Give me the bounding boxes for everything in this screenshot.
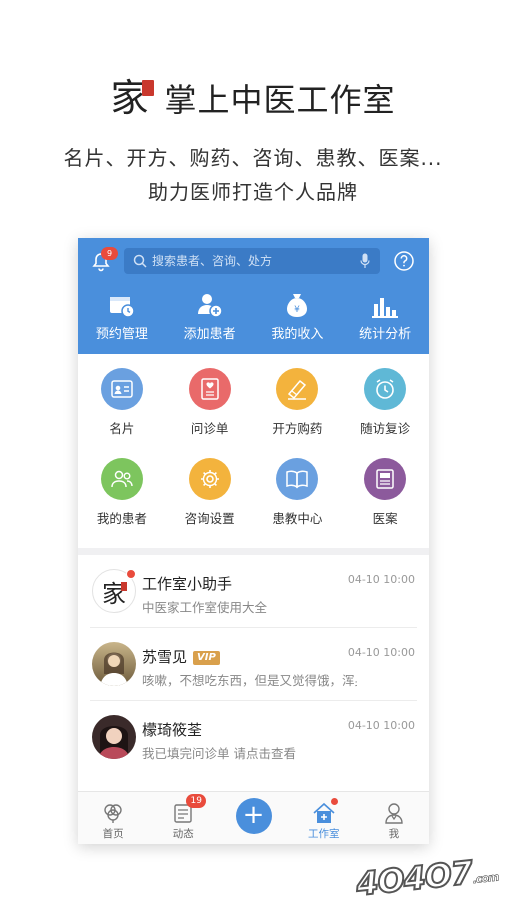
message-preview: 我已填完问诊单 请点击查看 <box>142 746 296 761</box>
app-title: 掌上中医工作室 <box>164 81 396 119</box>
watermark-suffix: .com <box>472 870 500 887</box>
tab-feed[interactable]: 19 动态 <box>148 792 218 844</box>
feature-label: 患教中心 <box>272 511 323 526</box>
tab-studio[interactable]: 工作室 <box>289 792 359 844</box>
feature-follow-up[interactable]: 随访复诊 <box>341 368 429 453</box>
header-panel: 9 搜索患者、咨询、处方 预约管理 添加患者 ¥ 我的收入 统计分析 <box>78 238 429 354</box>
money-bag-icon: ¥ <box>287 294 308 317</box>
feature-label: 问诊单 <box>190 421 229 436</box>
feature-grid: 名片 问诊单 开方购药 随访复诊 我的患者 咨询设置 患教中心 医案 <box>78 354 429 555</box>
search-icon <box>133 254 147 268</box>
tab-label: 我 <box>388 828 400 840</box>
message-sender: 工作室小助手 <box>142 575 233 593</box>
quick-action-label: 统计分析 <box>359 327 412 342</box>
message-row[interactable]: 家 工作室小助手 中医家工作室使用大全 04-10 10:00 <box>90 555 417 628</box>
tagline-line2: 助力医师打造个人品牌 <box>148 180 358 204</box>
quick-action-label: 预约管理 <box>95 327 148 342</box>
svg-text:¥: ¥ <box>295 305 301 315</box>
home-tab-icon <box>104 804 122 823</box>
top-bar: 9 搜索患者、咨询、处方 <box>78 247 429 276</box>
tab-label: 动态 <box>172 828 194 840</box>
app-screen: 9 搜索患者、咨询、处方 预约管理 添加患者 ¥ 我的收入 统计分析 名片 问诊… <box>78 238 429 844</box>
feature-label: 随访复诊 <box>360 421 411 436</box>
brand-logo: 家 <box>110 74 155 122</box>
case-icon <box>364 458 407 500</box>
feature-consult-settings[interactable]: 咨询设置 <box>166 458 254 543</box>
clock-icon <box>364 368 407 410</box>
feature-inquiry-form[interactable]: 问诊单 <box>166 368 254 453</box>
message-preview: 中医家工作室使用大全 <box>142 600 268 615</box>
message-list: 家 工作室小助手 中医家工作室使用大全 04-10 10:00 苏雪见 VIP 咳… <box>78 555 429 773</box>
book-icon <box>276 458 319 500</box>
patient-avatar <box>92 642 136 686</box>
calendar-clock-icon <box>109 297 135 318</box>
message-time: 04-10 10:00 <box>347 719 415 732</box>
help-icon[interactable] <box>393 250 415 272</box>
tab-me[interactable]: 我 <box>359 792 429 844</box>
promo-title-row: 家 掌上中医工作室 <box>0 68 506 128</box>
quick-action-label: 添加患者 <box>183 327 236 342</box>
feature-label: 我的患者 <box>96 511 147 526</box>
red-seal-icon <box>142 80 155 96</box>
tab-add[interactable]: + <box>218 792 288 844</box>
bottom-tab-bar: 首页 19 动态 + 工作室 我 <box>78 791 429 844</box>
feature-business-card[interactable]: 名片 <box>78 368 166 453</box>
feature-medical-cases[interactable]: 医案 <box>341 458 429 543</box>
site-watermark: 4O4O7.com <box>353 851 500 903</box>
message-sender-line: 苏雪见 VIP <box>142 646 220 667</box>
search-input[interactable]: 搜索患者、咨询、处方 <box>124 248 380 274</box>
inquiry-form-icon <box>188 368 231 410</box>
message-row[interactable]: 苏雪见 VIP 咳嗽，不想吃东西，但是又觉得饿，浑身没... 04-10 10:0… <box>90 628 417 701</box>
message-preview: 咳嗽，不想吃东西，但是又觉得饿，浑身没... <box>142 673 357 688</box>
settings-icon <box>188 458 231 500</box>
studio-icon <box>313 802 335 823</box>
tab-home[interactable]: 首页 <box>78 792 148 844</box>
tab-label: 工作室 <box>307 828 340 840</box>
bar-chart-icon <box>372 298 399 318</box>
message-sender: 苏雪见 <box>142 648 188 666</box>
assistant-avatar-glyph: 家 <box>102 579 126 608</box>
promo-banner: 家 掌上中医工作室 名片、开方、购药、咨询、患教、医案... 助力医师打造个人品… <box>0 0 506 238</box>
studio-unread-dot <box>330 798 338 805</box>
quick-action-add-patient[interactable]: 添加患者 <box>166 290 254 342</box>
quick-action-label: 我的收入 <box>271 327 324 342</box>
quick-actions: 预约管理 添加患者 ¥ 我的收入 统计分析 <box>78 290 429 342</box>
quick-action-income[interactable]: ¥ 我的收入 <box>254 290 342 342</box>
prescription-icon <box>276 368 319 410</box>
tab-label: 首页 <box>102 828 124 840</box>
add-user-icon <box>197 294 223 318</box>
red-seal-icon <box>121 582 127 591</box>
message-sender: 檬琦筱荃 <box>142 721 203 739</box>
tagline-line1: 名片、开方、购药、咨询、患教、医案... <box>63 146 443 170</box>
patient-avatar <box>92 715 136 759</box>
quick-action-appointments[interactable]: 预约管理 <box>78 290 166 342</box>
message-time: 04-10 10:00 <box>347 646 415 659</box>
feature-label: 开方购药 <box>272 421 323 436</box>
feature-education-center[interactable]: 患教中心 <box>254 458 342 543</box>
profile-icon <box>385 803 403 824</box>
feature-my-patients[interactable]: 我的患者 <box>78 458 166 543</box>
feature-label: 咨询设置 <box>184 511 235 526</box>
feed-badge: 19 <box>186 794 207 808</box>
watermark-text: 4O4O7 <box>353 852 475 903</box>
feature-label: 医案 <box>372 511 398 526</box>
message-time: 04-10 10:00 <box>347 573 415 586</box>
unread-dot <box>126 569 136 579</box>
vip-badge: VIP <box>193 650 220 665</box>
card-icon <box>100 368 143 410</box>
quick-action-statistics[interactable]: 统计分析 <box>341 290 429 342</box>
search-placeholder: 搜索患者、咨询、处方 <box>152 254 273 268</box>
notification-badge: 9 <box>101 247 118 260</box>
message-row[interactable]: 檬琦筱荃 我已填完问诊单 请点击查看 04-10 10:00 <box>90 701 417 773</box>
microphone-icon[interactable] <box>360 253 370 269</box>
feature-label: 名片 <box>109 421 135 436</box>
feature-prescription[interactable]: 开方购药 <box>254 368 342 453</box>
plus-icon[interactable]: + <box>235 798 272 834</box>
patients-icon <box>100 458 143 500</box>
